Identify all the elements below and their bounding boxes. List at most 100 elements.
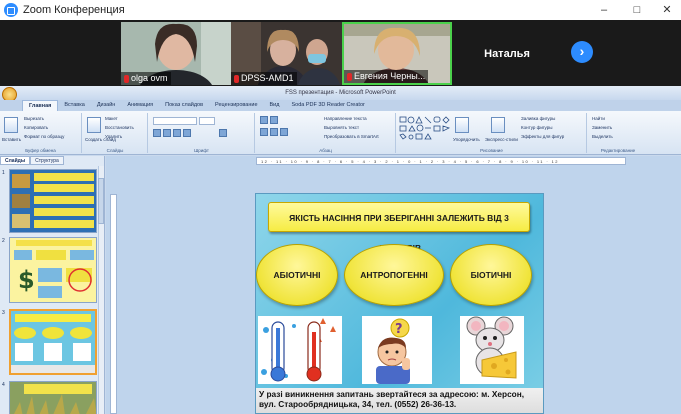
shape-effects-button[interactable]: Эффекты для фигур (521, 134, 564, 139)
paste-icon[interactable] (4, 117, 18, 133)
align-right-icon[interactable] (280, 128, 288, 136)
participant-name: Евгения Черны... (344, 70, 429, 83)
ribbon-tabs: Главная Вставка Дизайн Анимация Показ сл… (0, 100, 681, 111)
video-tile-dpss[interactable]: DPSS-AMD1 (231, 22, 342, 85)
editing-group: Найти Заменить Выделить Редактирование (588, 113, 648, 153)
group-label: Слайды (106, 148, 124, 153)
group-label: Редактирование (600, 148, 636, 153)
group-label: Шрифт (194, 148, 209, 153)
reset-button[interactable]: Восстановить (105, 125, 134, 130)
italic-icon[interactable] (163, 129, 171, 137)
svg-text:$: $ (18, 266, 35, 294)
slide-thumbnail-image (11, 311, 95, 373)
ribbon: Вставить Вырезать Копировать Формат по о… (0, 111, 681, 155)
thinking-boy-icon: ? (362, 316, 432, 384)
slide-number: 2 (2, 238, 5, 244)
tab-home[interactable]: Главная (22, 100, 59, 111)
copy-button[interactable]: Копировать (24, 125, 48, 130)
font-group: Шрифт (149, 113, 255, 153)
tab-slides[interactable]: Слайды (0, 156, 31, 165)
tab-soda-pdf[interactable]: Soda PDF 3D Reader Creator (285, 100, 370, 111)
minimize-button[interactable]: – (590, 0, 618, 20)
bold-icon[interactable] (153, 129, 161, 137)
arrange-icon[interactable] (455, 117, 469, 133)
arrange-button[interactable]: Упорядочить (453, 137, 480, 142)
tab-view[interactable]: Вид (264, 100, 286, 111)
new-slide-icon[interactable] (87, 117, 101, 133)
underline-icon[interactable] (173, 129, 181, 137)
align-center-icon[interactable] (270, 128, 278, 136)
participant-name-large: Наталья (484, 47, 530, 60)
delete-button[interactable]: Удалить (105, 134, 122, 139)
zoom-logo-icon (4, 3, 18, 17)
vertical-ruler (110, 194, 117, 414)
align-text-button[interactable]: Выровнять текст (324, 125, 359, 130)
tab-animation[interactable]: Анимация (121, 100, 159, 111)
align-left-icon[interactable] (260, 128, 268, 136)
slide-thumbnail-image (10, 170, 96, 232)
quick-styles-button[interactable]: Экспресс-стили (485, 137, 518, 142)
participant-name: DPSS-AMD1 (231, 72, 297, 85)
tab-design[interactable]: Дизайн (91, 100, 122, 111)
current-slide[interactable]: ЯКІСТЬ НАСІННЯ ПРИ ЗБЕРІГАННІ ЗАЛЕЖИТЬ В… (255, 193, 544, 414)
panel-scrollbar-thumb[interactable] (98, 178, 104, 224)
participant-name: olga ovm (121, 72, 171, 85)
factor-anthropogenic: АНТРОПОГЕННІ (344, 244, 444, 306)
next-participants-icon[interactable]: › (571, 41, 593, 63)
format-painter-button[interactable]: Формат по образцу (24, 134, 64, 139)
group-label: Рисование (480, 148, 503, 153)
drawing-group: Упорядочить Экспресс-стили Заливка фигур… (397, 113, 587, 153)
layout-button[interactable]: Макет (105, 116, 118, 121)
numbering-icon[interactable] (270, 116, 278, 124)
shape-outline-button[interactable]: Контур фигуры (521, 125, 552, 130)
tab-review[interactable]: Рецензирование (209, 100, 263, 111)
group-label: Абзац (319, 148, 332, 153)
slide-thumbnail-4[interactable] (9, 381, 97, 414)
slide-thumbnail-image: $ (10, 238, 96, 302)
strikethrough-icon[interactable] (183, 129, 191, 137)
window-title: Zoom Конференция (23, 4, 125, 16)
mouse-cheese-icon (460, 316, 524, 384)
find-button[interactable]: Найти (592, 116, 605, 121)
slides-panel: Слайды Структура 1 2 $ 3 4 (0, 156, 105, 414)
quick-styles-icon[interactable] (491, 117, 505, 133)
font-name-dropdown[interactable] (153, 117, 197, 125)
bullets-icon[interactable] (260, 116, 268, 124)
mic-muted-icon (124, 74, 129, 83)
slide-title: ЯКІСТЬ НАСІННЯ ПРИ ЗБЕРІГАННІ ЗАЛЕЖИТЬ В… (268, 202, 530, 253)
font-color-icon[interactable] (219, 129, 227, 137)
slide-thumbnail-image (10, 382, 96, 414)
ppt-title-bar: FSS презентация - Microsoft PowerPoint (0, 86, 681, 100)
video-tile-natalya[interactable]: Наталья (452, 22, 562, 85)
slide-thumbnail-3[interactable] (9, 309, 97, 375)
maximize-button[interactable]: □ (623, 0, 651, 20)
replace-button[interactable]: Заменить (592, 125, 612, 130)
tab-slideshow[interactable]: Показ слайдов (159, 100, 209, 111)
tab-insert[interactable]: Вставка (58, 100, 90, 111)
panel-tabs: Слайды Структура (0, 156, 105, 165)
slide-thumbnail-2[interactable]: $ (9, 237, 97, 303)
select-button[interactable]: Выделить (592, 134, 613, 139)
shape-fill-button[interactable]: Заливка фигуры (521, 116, 555, 121)
close-button[interactable]: ✕ (653, 0, 681, 20)
clipboard-group: Вставить Вырезать Копировать Формат по о… (0, 113, 82, 153)
slide-thumbnail-1[interactable] (9, 169, 97, 233)
tab-outline[interactable]: Структура (30, 156, 64, 165)
svg-text:?: ? (395, 322, 403, 337)
cut-button[interactable]: Вырезать (24, 116, 44, 121)
video-tile-evgenia[interactable]: Евгения Черны... (342, 22, 452, 85)
slide-number: 3 (2, 310, 5, 316)
slide-footer-contacts: У разі виникнення запитань звертайтеся з… (256, 388, 543, 413)
group-label: Буфер обмена (25, 148, 56, 153)
paragraph-group: Направление текста Выровнять текст Преоб… (256, 113, 396, 153)
text-direction-button[interactable]: Направление текста (324, 116, 367, 121)
factor-biotic: БІОТИЧНІ (450, 244, 532, 306)
shapes-gallery-icon[interactable] (399, 116, 453, 140)
font-size-dropdown[interactable] (199, 117, 215, 125)
paste-button[interactable]: Вставить (2, 137, 21, 142)
convert-smartart-button[interactable]: Преобразовать в SmartArt (324, 134, 379, 139)
thermometer-picture (258, 316, 342, 384)
slide-number: 4 (2, 382, 5, 388)
horizontal-ruler: 12 · 11 · 10 · 9 · 8 · 7 · 6 · 5 · 4 · 3… (256, 157, 626, 165)
video-tile-olga[interactable]: olga ovm (121, 22, 231, 85)
